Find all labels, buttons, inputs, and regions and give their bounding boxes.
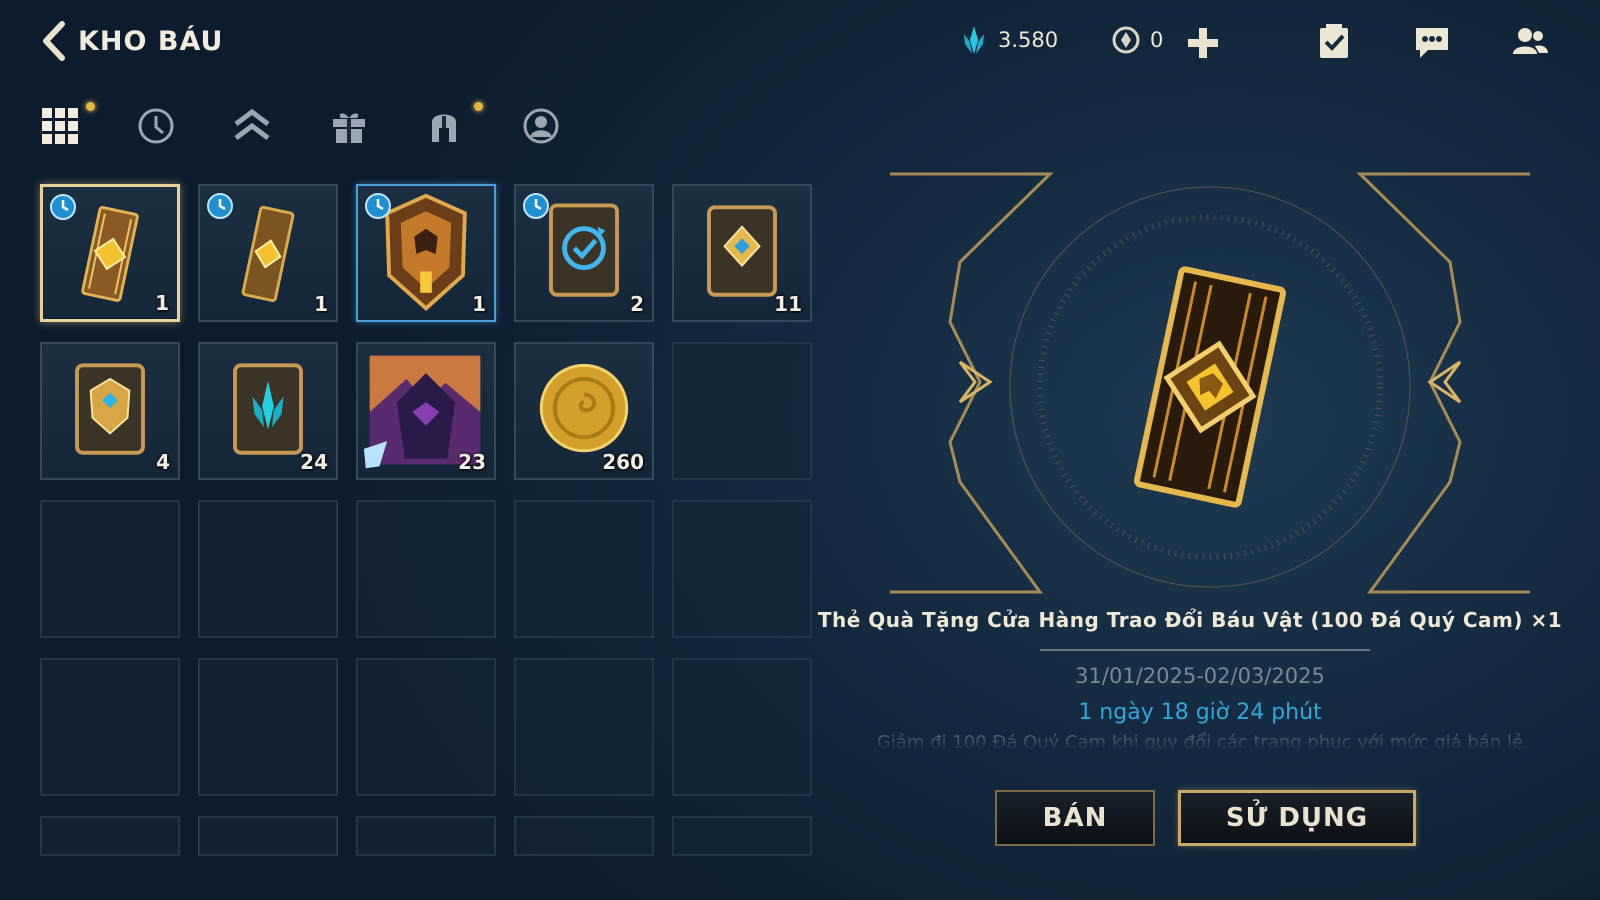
add-currency-icon[interactable]	[1186, 26, 1220, 60]
tab-all-notification-dot	[86, 102, 95, 111]
sell-button[interactable]: BÁN	[995, 790, 1155, 846]
gift-icon	[333, 113, 365, 143]
inventory-slot[interactable]: 23	[356, 342, 496, 480]
helmet-icon	[432, 114, 456, 142]
inventory-slot[interactable]: 1	[40, 184, 180, 322]
item-count: 1	[314, 292, 328, 316]
mission-checklist-icon[interactable]	[1314, 22, 1354, 62]
inventory-slot[interactable]: 1	[198, 184, 338, 322]
item-description: Giảm đi 100 Đá Quý Cam khi quy đổi các t…	[876, 732, 1524, 752]
empty-slot	[514, 658, 654, 796]
inventory-slot[interactable]: 11	[672, 184, 812, 322]
tab-all[interactable]	[40, 106, 80, 146]
featured-ticket-icon	[1134, 266, 1286, 508]
empty-slot	[672, 816, 812, 856]
validity-dates: 31/01/2025-02/03/2025	[1075, 664, 1325, 688]
empty-slot	[514, 500, 654, 638]
item-count: 260	[602, 450, 644, 474]
item-count: 2	[630, 292, 644, 316]
gem-amount: 3.580	[998, 28, 1059, 52]
chat-icon[interactable]	[1412, 22, 1452, 62]
use-button[interactable]: SỬ DỤNG	[1178, 790, 1416, 846]
item-count: 1	[155, 291, 169, 315]
item-name: Thẻ Quà Tặng Cửa Hàng Trao Đổi Báu Vật (…	[817, 608, 1563, 632]
inventory-slot[interactable]: 2	[514, 184, 654, 322]
item-showcase-emblem	[890, 172, 1530, 594]
inventory-slot[interactable]: 24	[198, 342, 338, 480]
empty-slot	[198, 500, 338, 638]
time-remaining: 1 ngày 18 giờ 24 phút	[1078, 700, 1322, 725]
timed-badge-icon	[207, 193, 233, 219]
empty-slot	[356, 500, 496, 638]
friends-icon[interactable]	[1510, 22, 1550, 62]
back-button[interactable]: KHO BÁU	[40, 20, 223, 62]
item-count: 4	[156, 450, 170, 474]
rank-up-icon	[234, 108, 270, 140]
empty-slot	[198, 816, 338, 856]
timed-badge-icon	[365, 193, 391, 219]
empty-slot	[356, 658, 496, 796]
token-icon	[1112, 26, 1140, 54]
crystal-currency-icon	[964, 26, 984, 54]
gem-currency: 3.580	[958, 24, 1058, 56]
tab-heroes[interactable]	[424, 106, 464, 146]
tab-profile[interactable]	[521, 106, 561, 146]
empty-slot	[198, 658, 338, 796]
empty-slot	[672, 342, 812, 480]
tab-gifts[interactable]	[329, 106, 369, 146]
empty-slot	[40, 658, 180, 796]
item-count: 23	[458, 450, 486, 474]
profile-icon	[523, 108, 559, 144]
chevron-left-icon	[43, 21, 65, 61]
tab-upgrade[interactable]	[232, 106, 272, 146]
token-amount: 0	[1150, 28, 1164, 52]
empty-slot	[40, 500, 180, 638]
inventory-slot[interactable]: 1	[356, 184, 496, 322]
top-bar: KHO BÁU 3.580 0	[0, 0, 1600, 90]
divider-line	[1040, 649, 1370, 651]
inventory-slot[interactable]: 4	[40, 342, 180, 480]
empty-slot	[514, 816, 654, 856]
clock-icon	[138, 108, 174, 144]
inventory-slot[interactable]: 260	[514, 342, 654, 480]
tab-timed[interactable]	[136, 106, 176, 146]
grid-icon	[42, 108, 78, 144]
item-count: 24	[300, 450, 328, 474]
item-count: 1	[472, 292, 486, 316]
timed-badge-icon	[50, 194, 76, 220]
token-currency: 0	[1110, 24, 1163, 56]
empty-slot	[40, 816, 180, 856]
item-count: 11	[774, 292, 802, 316]
empty-slot	[356, 816, 496, 856]
timed-badge-icon	[523, 193, 549, 219]
empty-slot	[672, 658, 812, 796]
page-title: KHO BÁU	[78, 25, 224, 57]
tab-heroes-notification-dot	[474, 102, 483, 111]
